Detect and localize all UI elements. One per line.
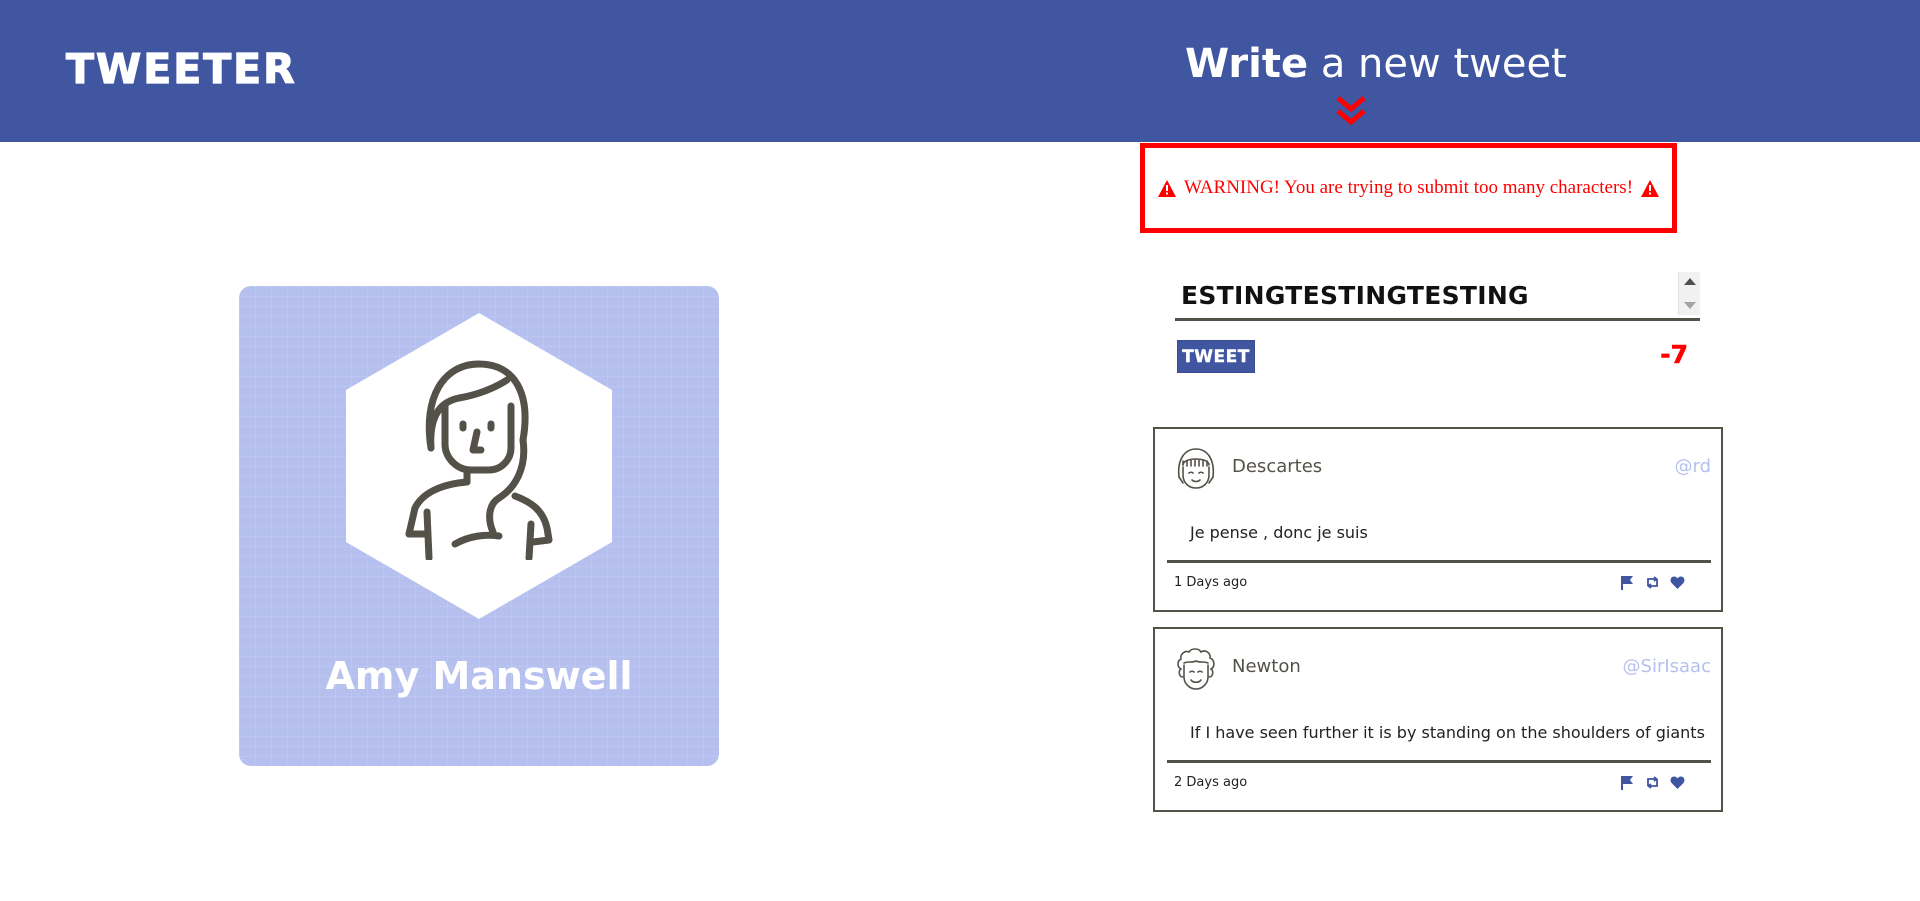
tweet-textarea-value: ESTINGTESTINGTESTING — [1181, 281, 1529, 310]
warning-message: WARNING! You are trying to submit too ma… — [1183, 177, 1634, 198]
tweet-user-name: Newton — [1232, 656, 1301, 677]
textarea-scrollbar[interactable] — [1678, 272, 1700, 315]
heart-icon[interactable] — [1670, 775, 1685, 790]
tweet-divider — [1167, 560, 1711, 563]
profile-card: Amy Manswell — [239, 286, 719, 766]
flag-icon[interactable] — [1620, 775, 1635, 790]
tweet-submit-button[interactable]: TWEET — [1177, 340, 1255, 373]
woman-avatar-icon — [405, 360, 553, 560]
heart-icon[interactable] — [1670, 575, 1685, 590]
character-counter: -7 — [1660, 340, 1688, 370]
warning-triangle-icon — [1641, 179, 1660, 197]
overflow-text-remnant — [1199, 270, 1679, 274]
tweet-actions — [1620, 575, 1685, 590]
scroll-down-arrow-icon[interactable] — [1679, 295, 1700, 315]
compose-toggle[interactable]: Write a new tweet — [1185, 36, 1567, 92]
tweet-textarea[interactable]: ESTINGTESTINGTESTING — [1175, 270, 1700, 321]
double-chevron-down-icon[interactable] — [1335, 94, 1367, 128]
brand-logo[interactable]: TWEETER — [65, 44, 297, 94]
retweet-icon[interactable] — [1645, 775, 1660, 790]
flag-icon[interactable] — [1620, 575, 1635, 590]
tweet-content: Je pense , donc je suis — [1190, 523, 1368, 542]
warning-banner: WARNING! You are trying to submit too ma… — [1140, 143, 1677, 233]
tweet-timestamp: 1 Days ago — [1174, 575, 1248, 590]
tweet-timestamp: 2 Days ago — [1174, 775, 1248, 790]
scroll-up-arrow-icon[interactable] — [1679, 272, 1700, 292]
tweet-user-name: Descartes — [1232, 456, 1323, 477]
compose-title-rest: a new tweet — [1308, 41, 1567, 87]
tweet-card: Descartes @rd Je pense , donc je suis 1 … — [1153, 427, 1723, 612]
retweet-icon[interactable] — [1645, 575, 1660, 590]
tweet-user-handle: @rd — [1674, 456, 1711, 477]
profile-name: Amy Manswell — [325, 654, 633, 698]
tweet-divider — [1167, 760, 1711, 763]
compose-title-strong: Write — [1185, 41, 1309, 87]
curly-hair-face-avatar-icon — [1177, 648, 1215, 690]
warning-triangle-icon — [1157, 179, 1176, 197]
tweet-content: If I have seen further it is by standing… — [1190, 723, 1705, 742]
top-nav: TWEETER Write a new tweet — [0, 0, 1920, 142]
tweet-user-handle: @SirIsaac — [1622, 656, 1711, 677]
new-tweet-form: ESTINGTESTINGTESTING TWEET -7 — [1175, 270, 1700, 380]
tweet-card: Newton @SirIsaac If I have seen further … — [1153, 627, 1723, 812]
tweet-actions — [1620, 775, 1685, 790]
bangs-face-avatar-icon — [1177, 448, 1215, 489]
